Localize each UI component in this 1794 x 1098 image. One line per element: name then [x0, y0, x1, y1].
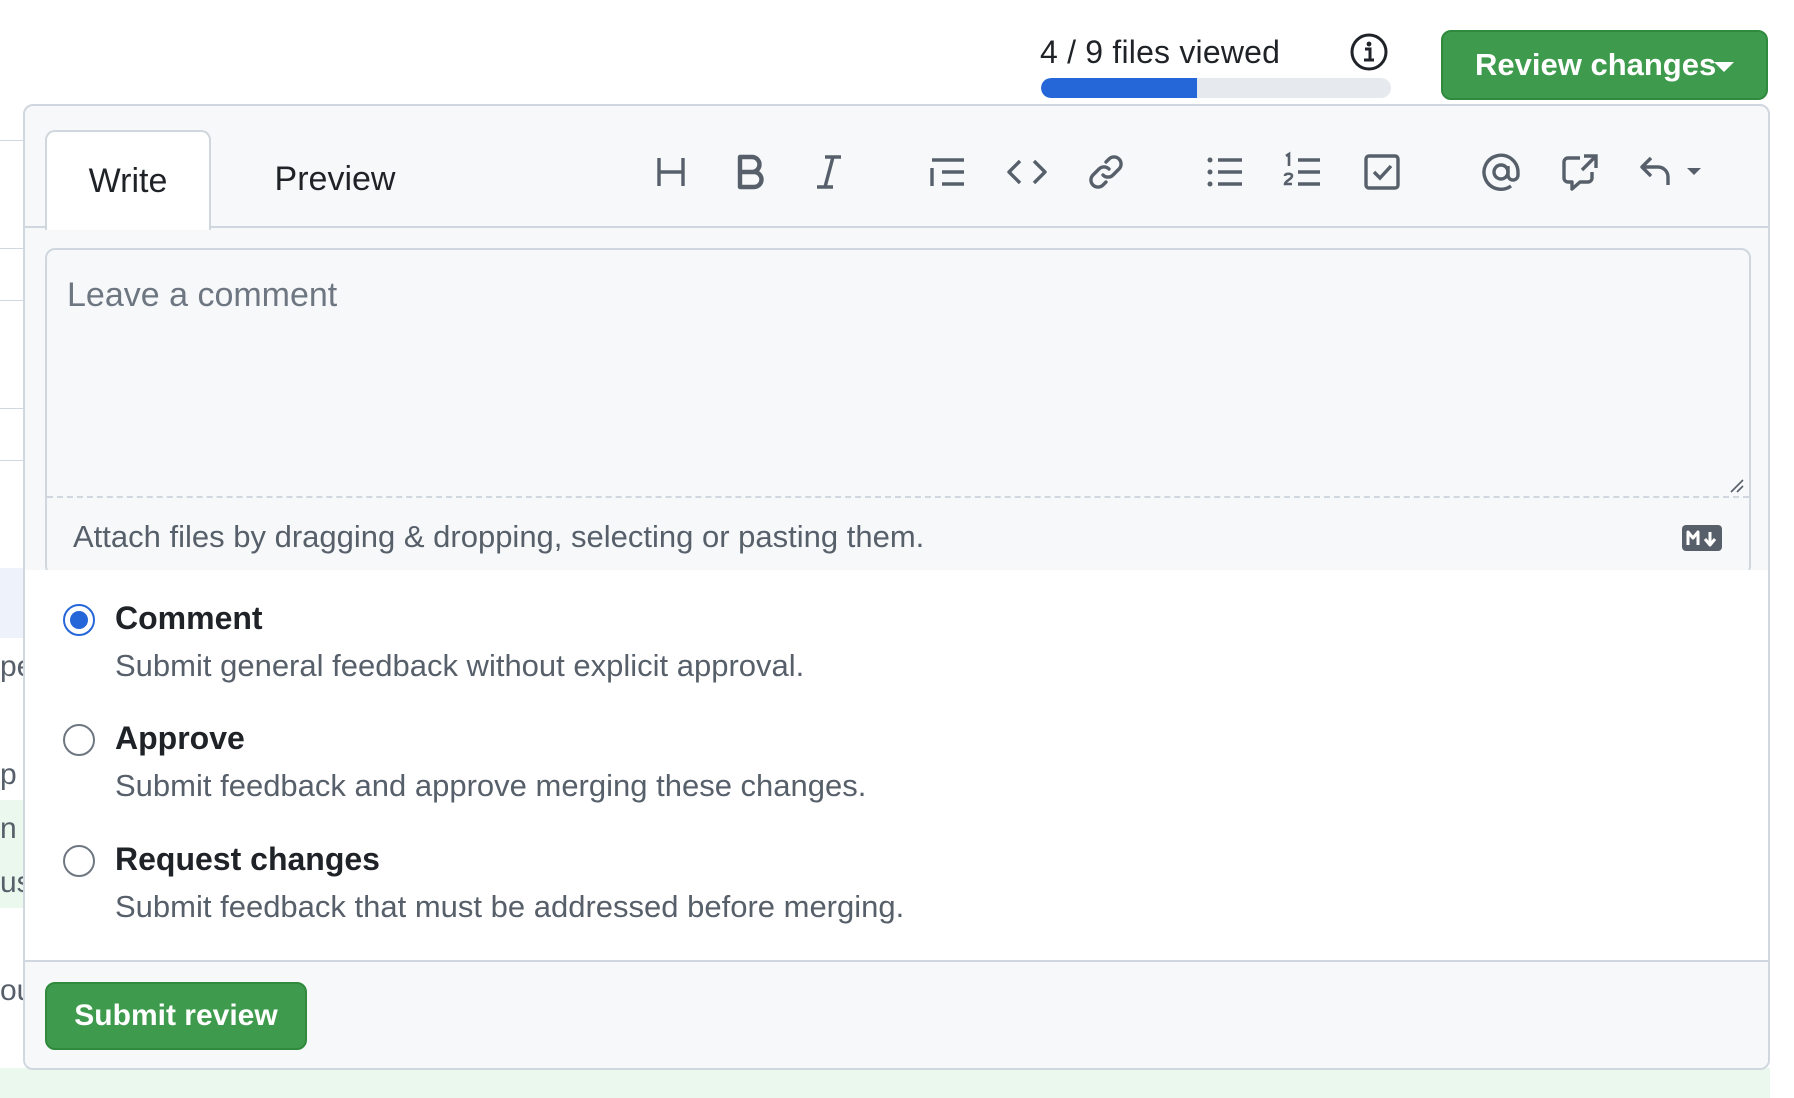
- unordered-list-icon[interactable]: [1197, 144, 1253, 200]
- resize-grip-icon[interactable]: [1727, 476, 1745, 494]
- approve-radio[interactable]: [63, 724, 95, 756]
- caret-down-icon: [1714, 62, 1734, 72]
- review-footer: Submit review: [25, 960, 1768, 1068]
- review-changes-button[interactable]: Review changes: [1441, 30, 1768, 100]
- cross-reference-icon[interactable]: [1552, 144, 1608, 200]
- request-changes-radio[interactable]: [63, 845, 95, 877]
- bg-divider: [0, 300, 23, 301]
- bg-divider: [0, 140, 23, 141]
- attach-files-area[interactable]: Attach files by dragging & dropping, sel…: [47, 496, 1749, 576]
- review-panel: Write Preview Leave a comment Attach fil…: [23, 104, 1770, 1070]
- comment-textarea[interactable]: [47, 250, 1749, 496]
- submit-review-button[interactable]: Submit review: [45, 982, 307, 1050]
- info-icon[interactable]: [1349, 32, 1389, 72]
- bg-highlight: [0, 568, 23, 638]
- tab-write[interactable]: Write: [45, 130, 211, 230]
- progress-fill: [1041, 78, 1197, 98]
- review-changes-label: Review changes: [1475, 47, 1717, 82]
- option-description: Submit feedback and approve merging thes…: [115, 768, 867, 803]
- attach-files-hint: Attach files by dragging & dropping, sel…: [73, 519, 925, 554]
- comment-radio[interactable]: [63, 604, 95, 636]
- saved-reply-icon[interactable]: [1631, 144, 1715, 200]
- option-title: Approve: [115, 720, 245, 756]
- task-list-icon[interactable]: [1354, 144, 1410, 200]
- bg-text-fragment: p: [0, 758, 17, 791]
- code-icon[interactable]: [999, 144, 1055, 200]
- ordered-list-icon[interactable]: [1275, 144, 1331, 200]
- bg-divider: [0, 408, 23, 409]
- comment-box: Attach files by dragging & dropping, sel…: [45, 248, 1751, 576]
- italic-icon[interactable]: [801, 144, 857, 200]
- bg-divider: [0, 460, 23, 461]
- option-title: Comment: [115, 600, 263, 636]
- bg-added-lines: [0, 1068, 1770, 1098]
- option-title: Request changes: [115, 841, 380, 877]
- tab-preview[interactable]: Preview: [245, 130, 425, 228]
- files-viewed-label: 4 / 9 files viewed: [1040, 34, 1281, 70]
- review-options: Comment Submit general feedback without …: [25, 570, 1768, 960]
- bg-divider: [0, 248, 23, 249]
- mention-icon[interactable]: [1473, 144, 1529, 200]
- heading-icon[interactable]: [643, 144, 699, 200]
- bold-icon[interactable]: [722, 144, 778, 200]
- quote-icon[interactable]: [920, 144, 976, 200]
- link-icon[interactable]: [1078, 144, 1134, 200]
- option-description: Submit feedback that must be addressed b…: [115, 889, 905, 924]
- files-viewed-progress-bar: [1041, 78, 1391, 98]
- markdown-icon[interactable]: [1681, 524, 1723, 552]
- option-description: Submit general feedback without explicit…: [115, 648, 805, 683]
- bg-text-fragment: n: [0, 812, 17, 845]
